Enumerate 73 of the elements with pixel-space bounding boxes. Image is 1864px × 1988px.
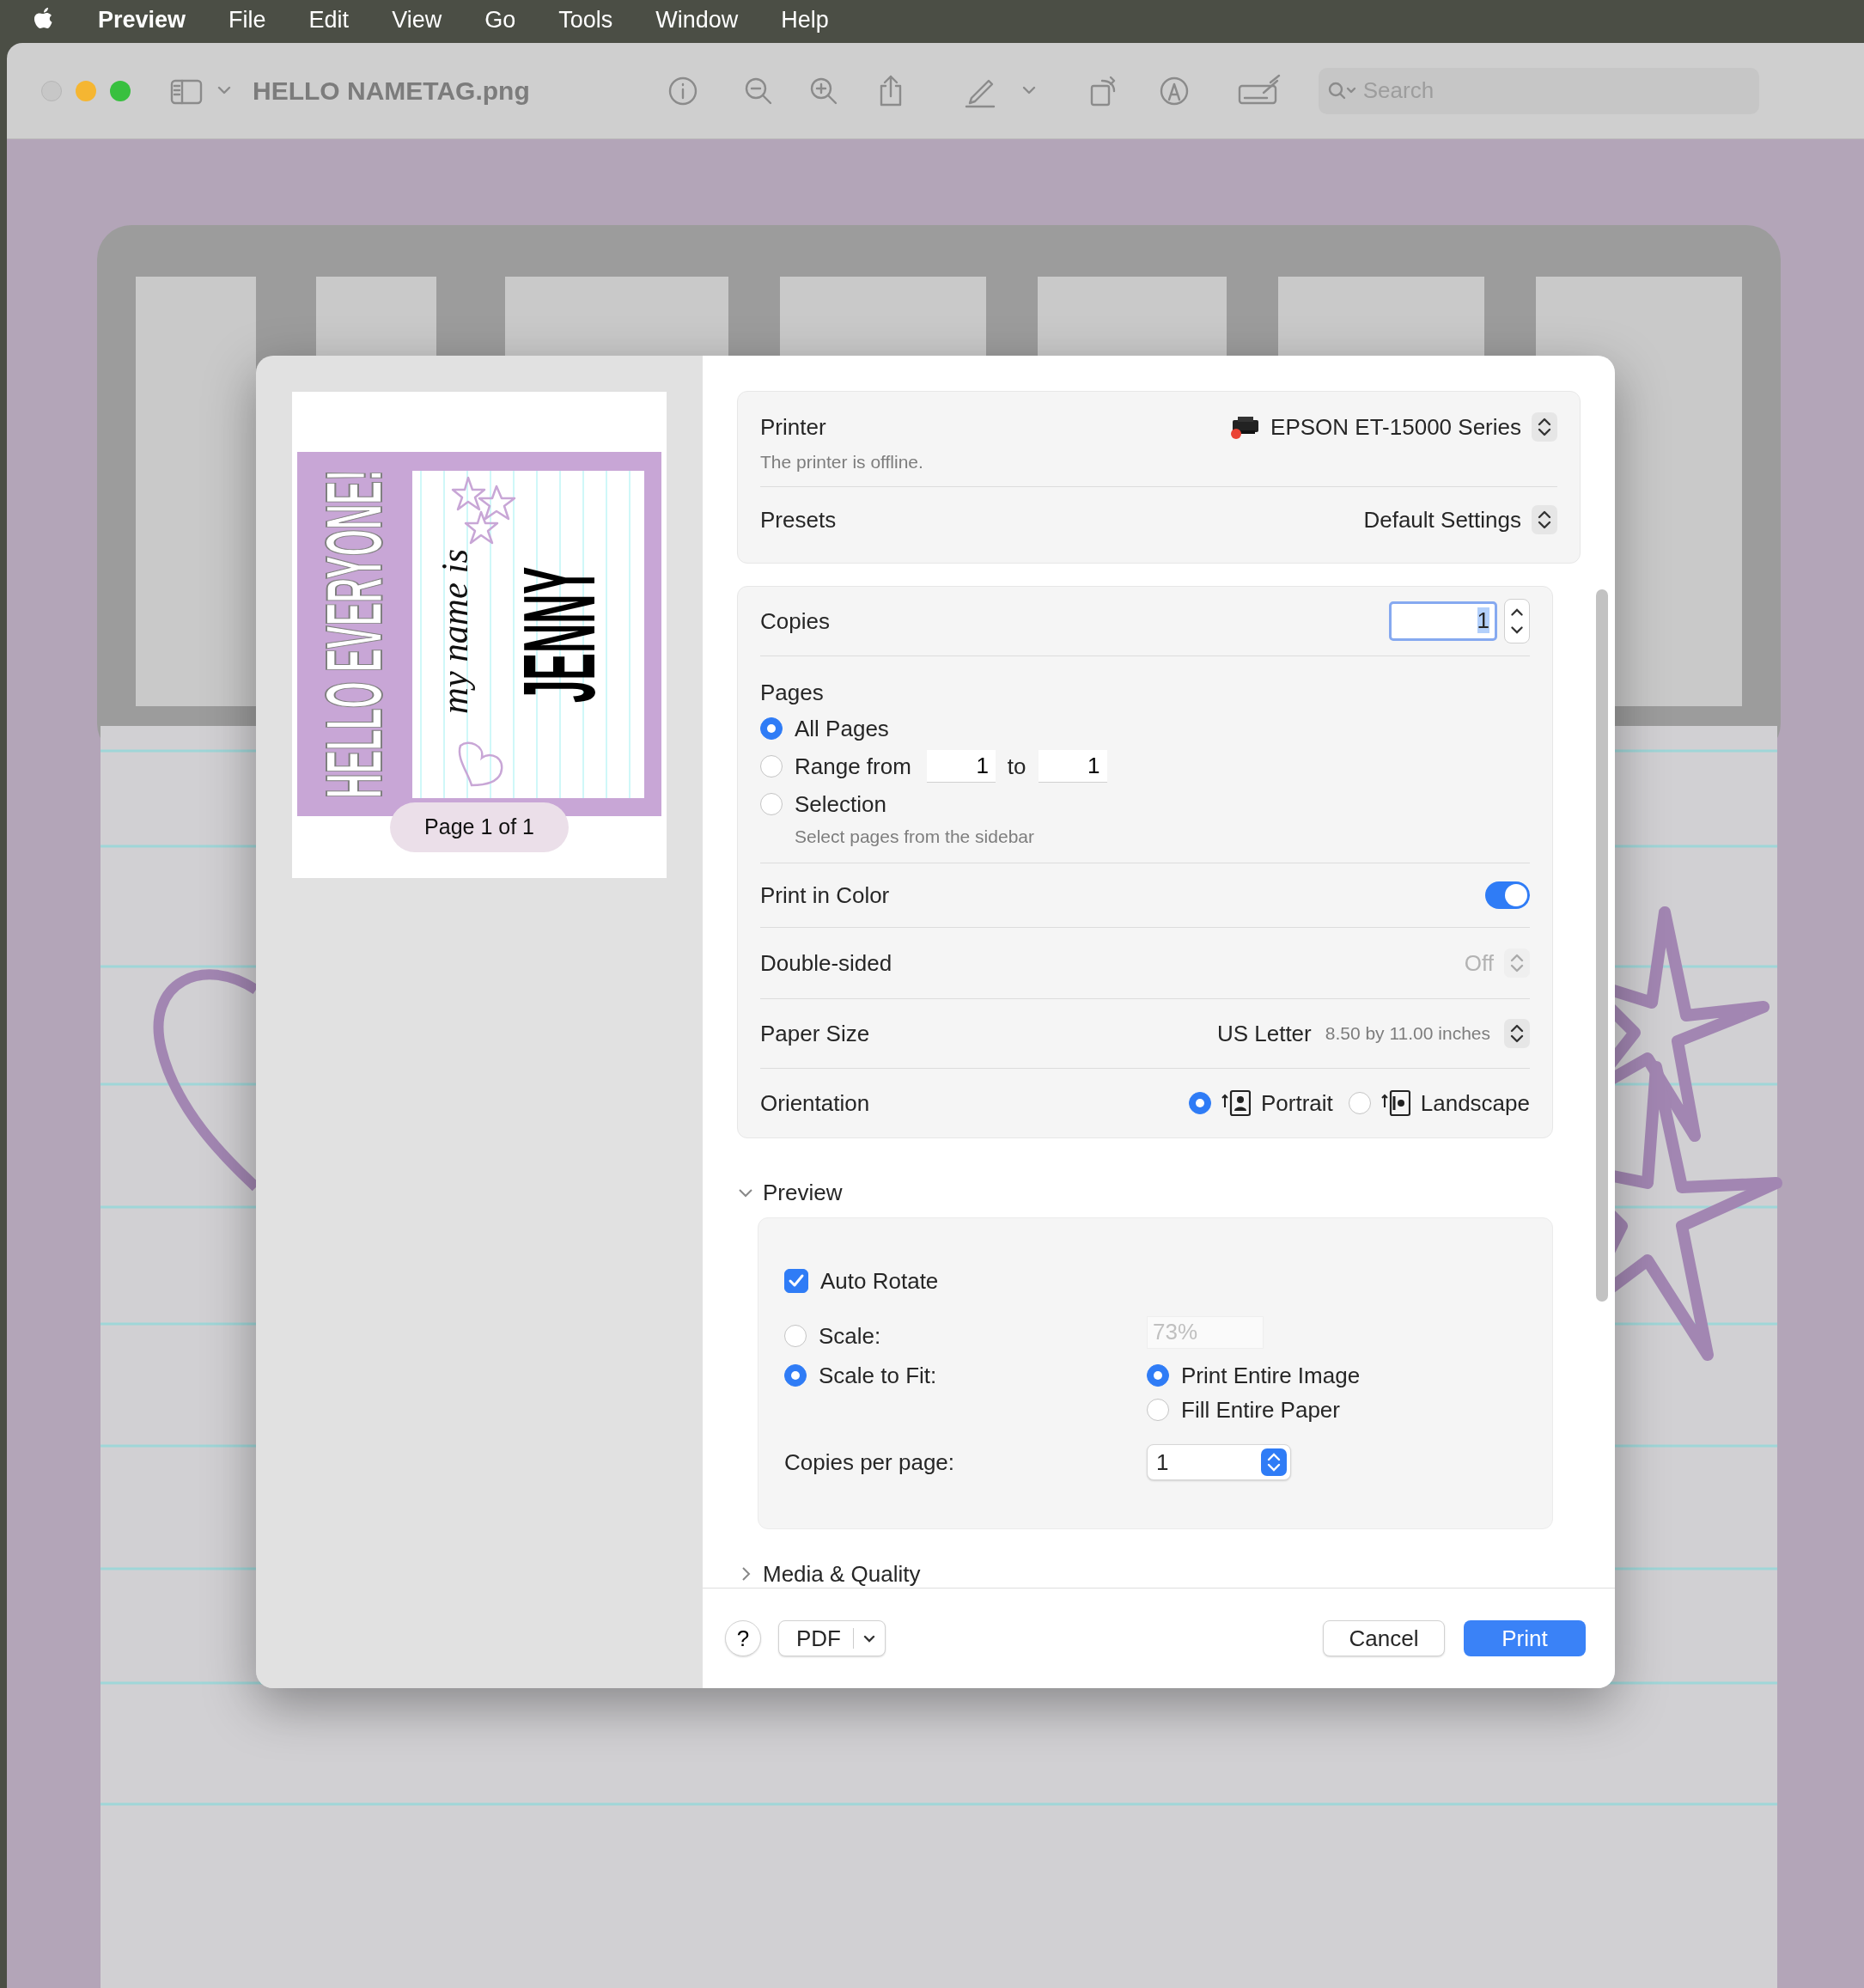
radio-option[interactable]: Print Entire Image — [1147, 1358, 1361, 1393]
window-title: HELLO NAMETAG.png — [253, 76, 530, 107]
close-button[interactable] — [41, 80, 62, 101]
minimize-button[interactable] — [76, 80, 96, 101]
updown-icon — [1261, 1448, 1287, 1476]
radio-option[interactable]: Portrait — [1188, 1084, 1333, 1122]
updown-icon — [1532, 412, 1557, 442]
status-text: The printer is offline. — [760, 451, 924, 473]
radio-button[interactable] — [1348, 1092, 1371, 1114]
scrollbar[interactable] — [1596, 589, 1608, 1302]
row-label: Paper Size — [760, 1019, 870, 1048]
radio-button[interactable] — [760, 793, 783, 815]
radio-option[interactable]: Range from — [760, 747, 911, 785]
updown-icon[interactable] — [1504, 1019, 1530, 1048]
to-label: to — [1007, 752, 1026, 781]
section-title[interactable]: Preview — [763, 1175, 843, 1210]
radio-button[interactable] — [1188, 1092, 1211, 1114]
menu-item[interactable]: Edit — [308, 2, 350, 38]
row-label: Double-sided — [760, 948, 892, 978]
row-label: Copies — [760, 607, 830, 636]
radio-option[interactable]: All Pages — [760, 710, 1530, 747]
section-title[interactable]: Media & Quality — [763, 1557, 921, 1588]
menu-item[interactable]: Go — [484, 2, 516, 38]
portrait-icon — [1221, 1089, 1251, 1118]
radio-button[interactable] — [760, 755, 783, 778]
hint-text: Select pages from the sidebar — [795, 826, 1035, 845]
row-label: Presets — [760, 505, 837, 534]
help-button[interactable]: ? — [725, 1620, 761, 1656]
radio-option[interactable]: Selection — [760, 785, 1530, 823]
row-label: Orientation — [760, 1089, 870, 1118]
radio-button[interactable] — [760, 717, 783, 740]
updown-icon — [1532, 505, 1557, 534]
menu-item[interactable]: Help — [781, 2, 829, 38]
page-label: Page 1 of 1 — [390, 802, 569, 852]
paper-size-detail: 8.50 by 11.00 inches — [1325, 1022, 1490, 1046]
headline-text: HELLO EVERYONE! — [314, 469, 393, 799]
range-to-field[interactable]: 1 — [1038, 750, 1107, 783]
row-label: Printer — [760, 412, 826, 442]
updown-icon — [1504, 948, 1530, 978]
print-button[interactable]: Print — [1464, 1620, 1586, 1656]
checkbox-option[interactable]: Auto Rotate — [784, 1263, 1526, 1299]
radio-option[interactable]: Fill Entire Paper — [1147, 1393, 1361, 1427]
pdf-button[interactable]: PDF — [778, 1620, 886, 1656]
menu-item[interactable]: View — [392, 2, 442, 38]
range-from-field[interactable]: 1 — [926, 750, 996, 783]
radio-button[interactable] — [1147, 1399, 1169, 1421]
app-menu[interactable]: Preview — [98, 2, 186, 38]
radio-option[interactable]: Scale to Fit: — [784, 1358, 1147, 1393]
radio-button[interactable] — [784, 1364, 807, 1387]
menu-item[interactable]: File — [228, 2, 266, 38]
landscape-icon — [1380, 1089, 1410, 1118]
heart-drawing — [458, 741, 503, 787]
radio-option[interactable]: Landscape — [1348, 1084, 1530, 1122]
checkbox[interactable] — [784, 1269, 808, 1293]
section-label: Pages — [760, 679, 825, 707]
copies-field[interactable]: 1 — [1389, 601, 1497, 641]
radio-button[interactable] — [1147, 1364, 1169, 1387]
menu-item[interactable]: Tools — [558, 2, 613, 38]
row-label: Copies per page: — [784, 1448, 956, 1477]
row-label: Print in Color — [760, 881, 890, 910]
radio-button[interactable] — [784, 1325, 807, 1347]
menu-item[interactable]: Window — [655, 2, 739, 38]
presets-popup[interactable]: Default Settings — [1363, 503, 1557, 537]
radio-option[interactable]: Scale: — [784, 1315, 1147, 1357]
cancel-button[interactable]: Cancel — [1323, 1620, 1445, 1656]
copies-per-page-popup[interactable]: 1 — [1147, 1444, 1291, 1480]
name-text: JENNY — [508, 566, 610, 704]
stepper-control[interactable] — [1504, 599, 1530, 643]
printer-popup[interactable]: EPSON ET-15000 Series — [1229, 410, 1557, 444]
subtitle-text: my name is — [436, 549, 474, 714]
toggle-switch[interactable] — [1485, 881, 1530, 909]
zoom-button[interactable] — [110, 80, 131, 101]
paper-size-value: US Letter — [1216, 1019, 1312, 1048]
